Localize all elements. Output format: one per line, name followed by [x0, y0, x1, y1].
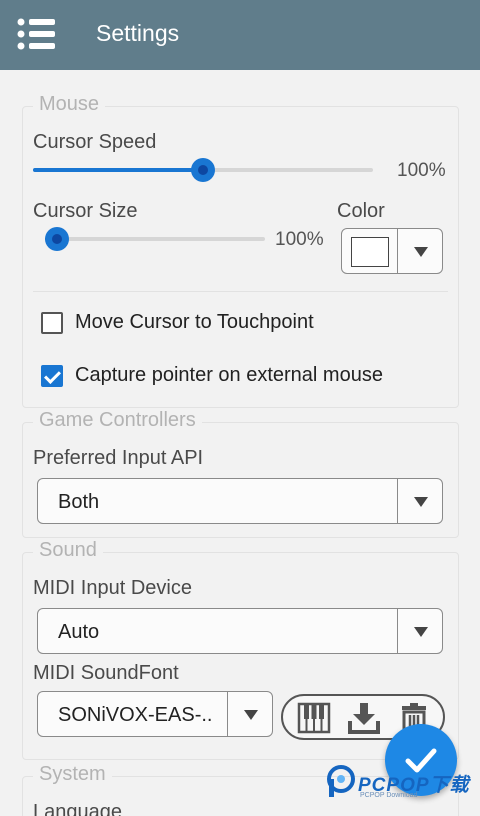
- page-title: Settings: [96, 20, 180, 46]
- dropdown-value: Auto: [58, 621, 100, 643]
- color-swatch: [351, 237, 389, 267]
- pcpop-logo-icon: [327, 765, 355, 797]
- color-label: Color: [337, 200, 385, 222]
- cursor-size-value: 100%: [275, 229, 324, 250]
- cursor-size-slider[interactable]: [45, 227, 265, 251]
- download-icon[interactable]: [347, 702, 381, 734]
- language-label: Language: [33, 801, 122, 816]
- preferred-input-label: Preferred Input API: [33, 447, 204, 469]
- cursor-speed-label: Cursor Speed: [33, 131, 157, 153]
- slider-thumb[interactable]: [45, 227, 69, 251]
- system-legend: System: [33, 763, 112, 786]
- preferred-input-dropdown[interactable]: Both: [37, 478, 443, 524]
- game-controllers-section: Game Controllers Preferred Input API Bot…: [22, 409, 459, 538]
- midi-soundfont-label: MIDI SoundFont: [33, 662, 179, 684]
- mouse-section: Mouse Cursor Speed 100% Cursor Size 100%…: [22, 93, 459, 408]
- dropdown-value: Both: [58, 491, 100, 513]
- dropdown-divider: [397, 229, 398, 273]
- section-divider: [33, 291, 448, 292]
- app-bar: Settings: [0, 0, 480, 70]
- piano-icon[interactable]: [297, 702, 331, 734]
- dropdown-divider: [227, 692, 228, 736]
- chevron-down-icon: [414, 627, 428, 637]
- midi-soundfont-dropdown[interactable]: SONiVOX-EAS-..: [37, 691, 273, 737]
- menu-list-icon[interactable]: [16, 16, 58, 52]
- slider-track: [45, 237, 265, 241]
- watermark: PCPOP下载 PCPOP Download: [326, 764, 476, 808]
- midi-input-label: MIDI Input Device: [33, 577, 192, 599]
- cursor-speed-slider[interactable]: [33, 158, 373, 182]
- sound-legend: Sound: [33, 539, 103, 562]
- slider-thumb[interactable]: [191, 158, 215, 182]
- cursor-speed-value: 100%: [397, 160, 446, 181]
- capture-pointer-checkbox-row[interactable]: Capture pointer on external mouse: [41, 363, 441, 391]
- watermark-subtext: PCPOP Download: [360, 792, 418, 799]
- capture-pointer-checkbox[interactable]: [41, 365, 63, 387]
- settings-content[interactable]: Mouse Cursor Speed 100% Cursor Size 100%…: [0, 70, 480, 816]
- dropdown-value: SONiVOX-EAS-..: [58, 704, 213, 726]
- mouse-legend: Mouse: [33, 93, 106, 116]
- capture-pointer-label: Capture pointer on external mouse: [75, 364, 383, 386]
- move-cursor-checkbox[interactable]: [41, 312, 63, 334]
- midi-input-dropdown[interactable]: Auto: [37, 608, 443, 654]
- chevron-down-icon: [244, 710, 258, 720]
- sound-section: Sound MIDI Input Device Auto MIDI SoundF…: [22, 539, 459, 760]
- dropdown-divider: [397, 479, 398, 523]
- chevron-down-icon: [414, 497, 428, 507]
- slider-fill: [33, 168, 203, 172]
- move-cursor-label: Move Cursor to Touchpoint: [75, 311, 314, 333]
- game-controllers-legend: Game Controllers: [33, 409, 202, 432]
- cursor-size-label: Cursor Size: [33, 200, 138, 222]
- chevron-down-icon: [414, 247, 428, 257]
- cursor-color-dropdown[interactable]: [341, 228, 443, 274]
- move-cursor-checkbox-row[interactable]: Move Cursor to Touchpoint: [41, 310, 361, 338]
- dropdown-divider: [397, 609, 398, 653]
